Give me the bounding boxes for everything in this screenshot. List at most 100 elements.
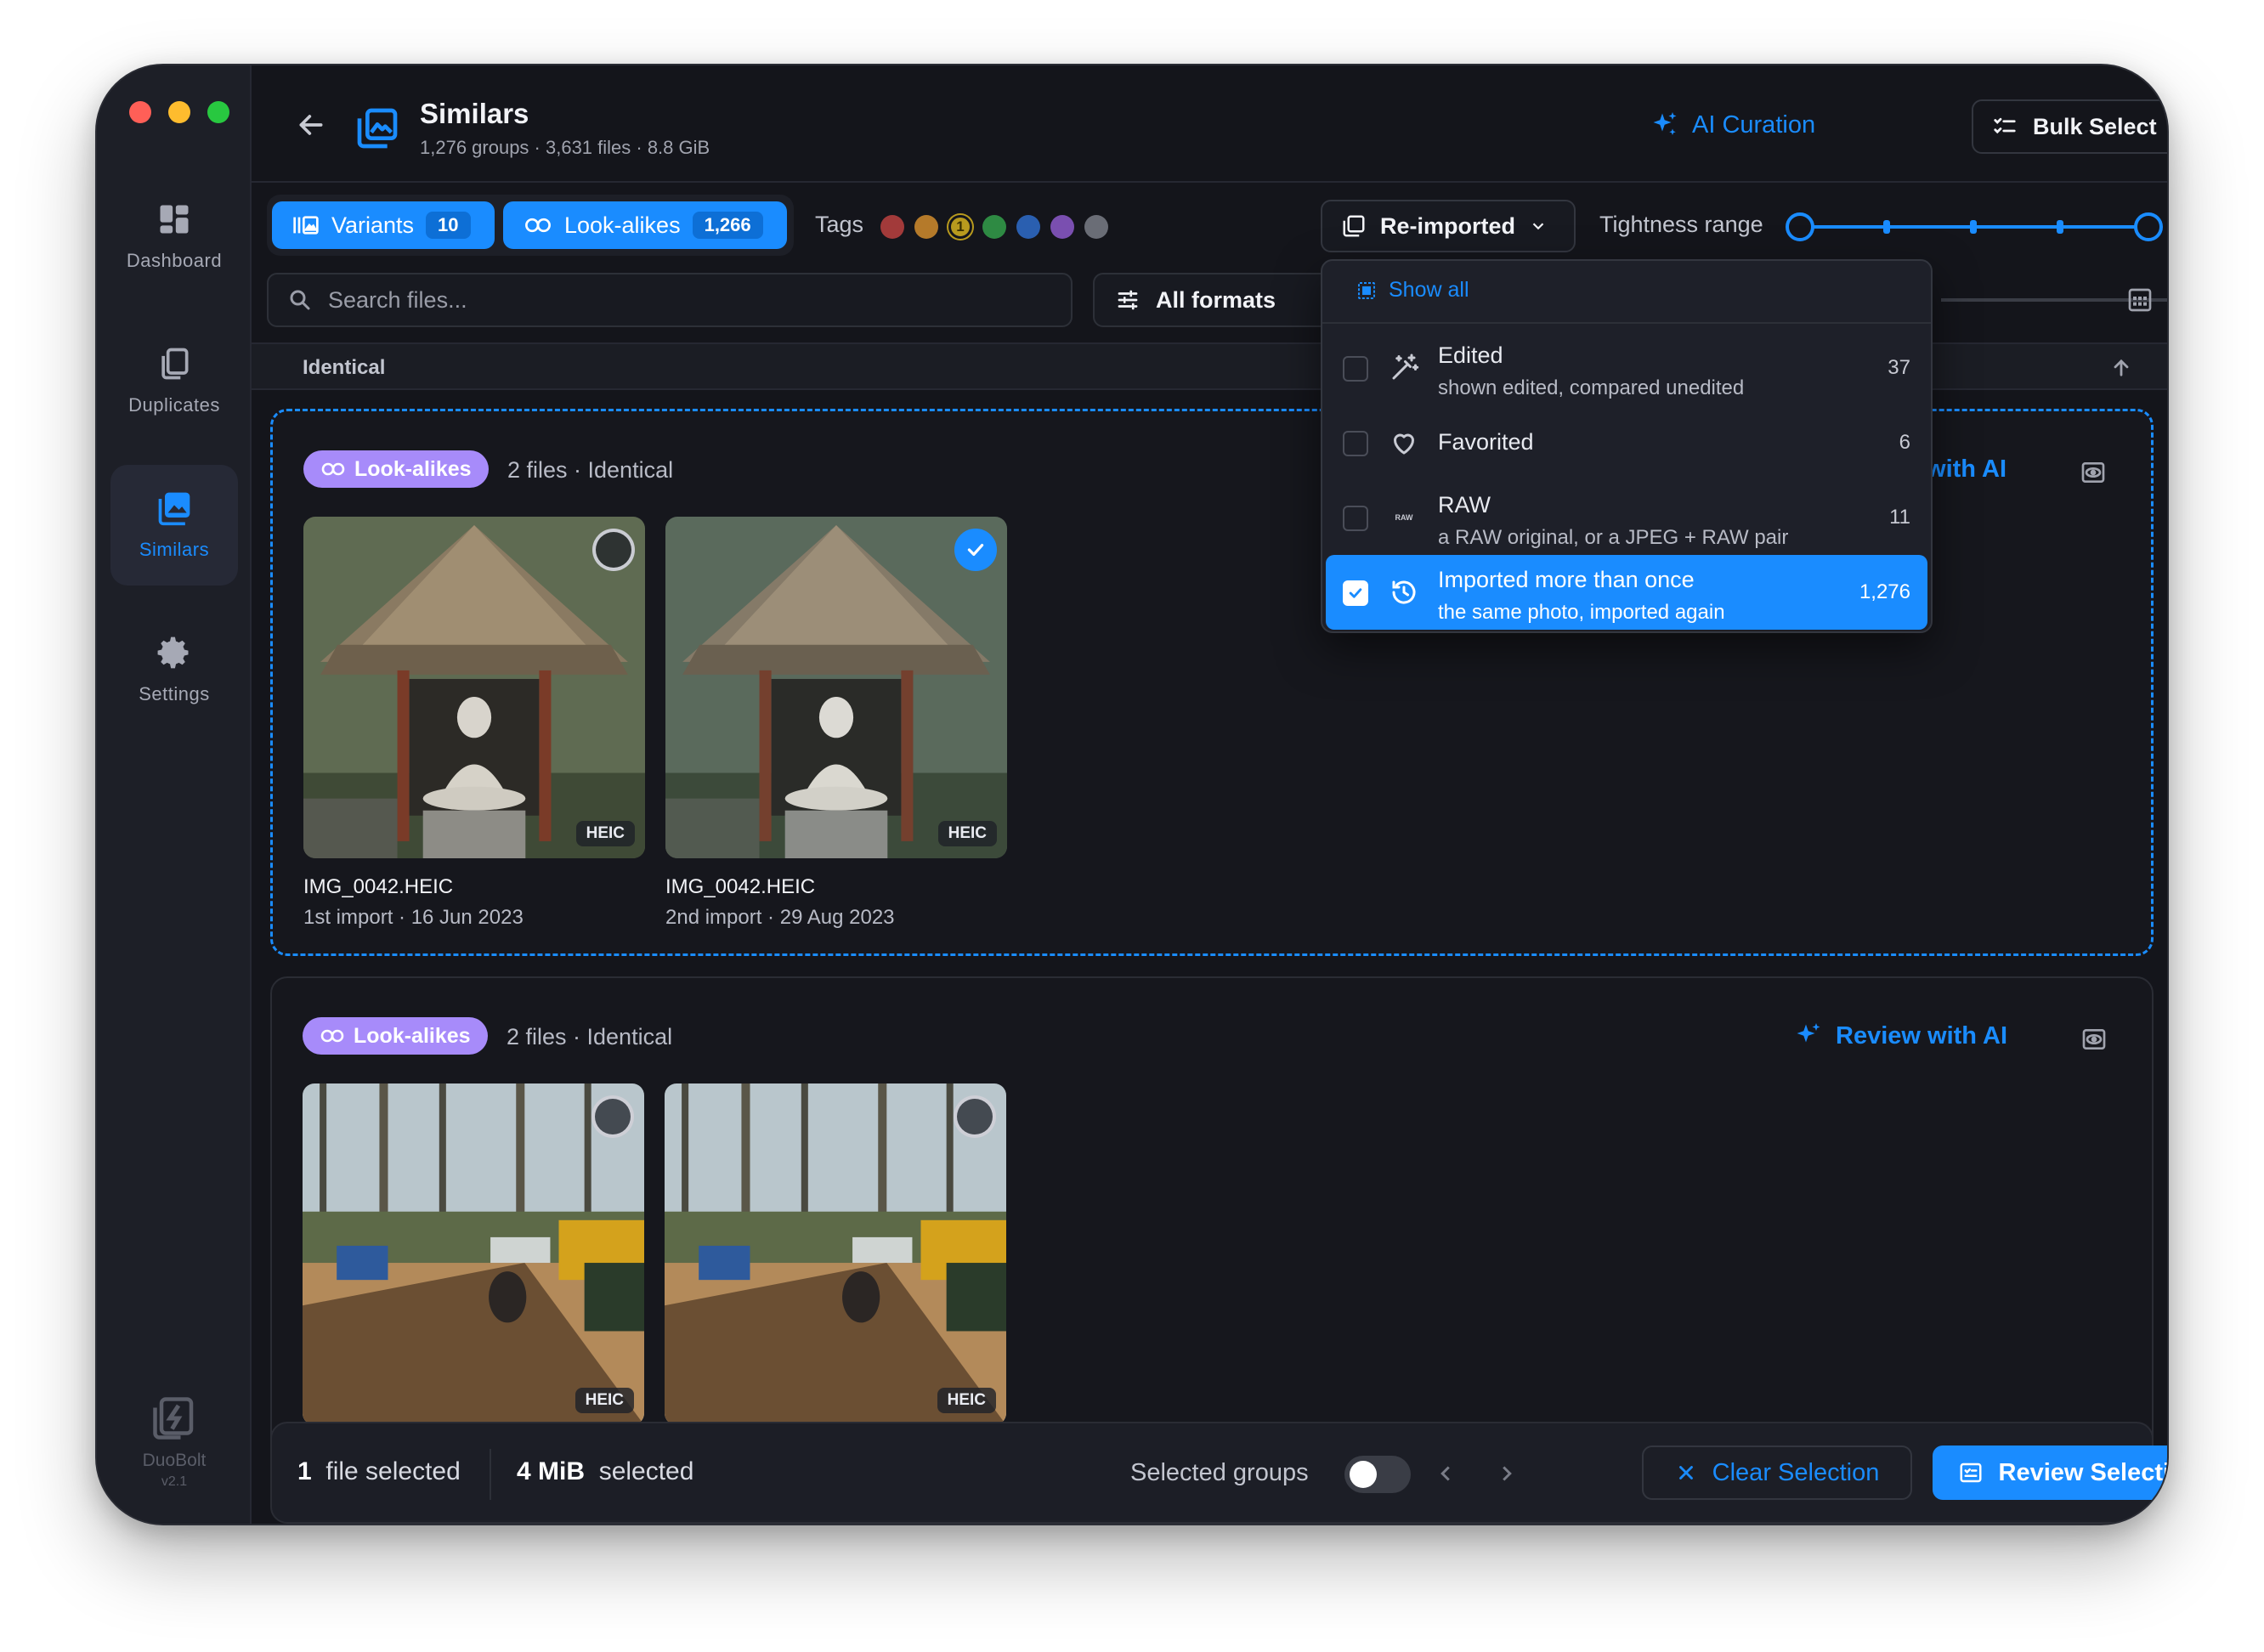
menu-item-subtitle: a RAW original, or a JPEG + RAW pair [1438,526,1789,549]
show-all-option[interactable]: Show all [1356,278,1469,303]
select-toggle[interactable] [954,1095,996,1138]
tag-yellow[interactable]: 1 [948,215,972,239]
variants-tab[interactable]: Variants 10 [272,201,495,249]
tag-red[interactable] [880,215,904,239]
size-selected-label: selected [598,1457,694,1485]
menu-item-favorited[interactable]: Favorited 6 [1326,405,1927,480]
minimize-window-button[interactable] [168,101,190,123]
checkbox[interactable] [1343,506,1368,531]
page-header: Similars 1,276 groups · 3,631 files · 8.… [252,65,2167,183]
lookalikes-icon [321,462,345,476]
checkbox[interactable] [1343,580,1368,606]
arrow-up-icon[interactable] [2109,356,2133,380]
section-label: Identical [303,356,386,379]
sidebar-item-duplicates[interactable]: Duplicates [110,320,238,441]
select-toggle[interactable] [592,529,635,571]
slider-min-handle[interactable] [1786,212,1814,241]
review-list-icon [1960,1462,1982,1483]
checkbox[interactable] [1343,431,1368,456]
select-toggle[interactable] [591,1095,634,1138]
menu-item-title: Imported more than once [1438,567,1695,592]
select-toggle[interactable] [954,529,997,571]
sidebar: Dashboard Duplicates Similars Settings D… [97,65,252,1524]
reimported-label: Re-imported [1380,212,1516,239]
duobolt-logo-icon [153,1397,194,1440]
photo-thumbnail[interactable]: HEIC [665,1083,1006,1425]
duplicates-icon [161,348,189,380]
menu-item-edited[interactable]: Edited shown edited, compared unedited 3… [1326,331,1927,405]
lookalikes-icon [525,218,551,233]
files-selected-label: file selected [325,1457,461,1485]
tightness-range-slider[interactable] [1786,212,2163,241]
ai-curation-label: AI Curation [1692,110,1816,139]
menu-item-count: 1,276 [1859,580,1910,603]
preview-icon[interactable] [2080,1026,2108,1053]
lookalikes-label: Look-alikes [564,212,681,238]
sidebar-item-dashboard[interactable]: Dashboard [110,176,238,297]
chevron-left-icon[interactable] [1433,1461,1458,1486]
format-filter-dropdown[interactable]: All formats [1093,273,1339,327]
street-scene-photo [303,1083,644,1425]
tag-orange[interactable] [914,215,938,239]
menu-item-count: 37 [1888,356,1910,379]
window-controls [129,101,229,123]
grid-view-icon[interactable] [2126,286,2154,314]
stack-icon [1343,215,1365,237]
sparkles-icon [1653,112,1677,135]
back-arrow-icon[interactable] [294,108,328,142]
checkmark-icon [1349,588,1362,598]
review-with-ai-label: Review with AI [1836,1021,2007,1049]
checkbox[interactable] [1343,356,1368,382]
ai-curation-button[interactable]: AI Curation [1650,110,1815,140]
bulk-select-label: Bulk Select [2033,113,2157,139]
bar-divider [490,1449,491,1500]
menu-item-count: 6 [1899,431,1910,454]
lookalikes-tab[interactable]: Look-alikes 1,266 [503,201,787,249]
clear-selection-button[interactable]: Clear Selection [1642,1446,1912,1500]
photo-thumbnail[interactable]: HEIC [665,517,1007,858]
tag-green[interactable] [982,215,1006,239]
group-type-label: Look-alikes [354,1023,471,1048]
bulk-select-dropdown[interactable]: Bulk Select [1972,99,2167,154]
variants-label: Variants [331,212,415,238]
reimported-dropdown-menu: Show all Edited shown edited, compared u… [1321,259,1933,633]
format-filter-label: All formats [1156,286,1276,313]
checkmark-icon [967,543,984,557]
tag-purple[interactable] [1050,215,1074,239]
menu-item-raw[interactable]: RAW RAW a RAW original, or a JPEG + RAW … [1326,480,1927,555]
close-window-button[interactable] [129,101,151,123]
brand-version: v2.1 [161,1474,188,1489]
buddha-shrine-photo [665,517,1007,858]
menu-item-imported-more-than-once[interactable]: Imported more than once the same photo, … [1326,555,1927,630]
clear-selection-label: Clear Selection [1712,1458,1880,1486]
photo-thumbnail[interactable]: HEIC [303,1083,644,1425]
zoom-window-button[interactable] [207,101,229,123]
selected-groups-toggle[interactable] [1344,1456,1411,1493]
brand: DuoBolt v2.1 [110,1393,238,1490]
sidebar-item-similars[interactable]: Similars [110,465,238,586]
selected-groups-label: Selected groups [1130,1459,1309,1486]
tag-gray[interactable] [1084,215,1108,239]
tag-blue[interactable] [1016,215,1040,239]
menu-item-count: 11 [1889,506,1910,529]
selection-bar: 1 file selected 4 MiB selected Selected … [270,1422,2167,1524]
slider-tick [1970,220,1977,234]
page-title: Similars [420,98,529,129]
preview-icon[interactable] [2080,459,2107,486]
group-type-label: Look-alikes [354,456,472,481]
size-selected-value: 4 MiB [517,1457,586,1485]
review-with-ai-button[interactable]: Review with AI [1793,1021,2007,1051]
photo-thumbnail[interactable]: HEIC [303,517,645,858]
file-meta: 2nd import · 29 Aug 2023 [665,906,895,929]
menu-item-title: Edited [1438,342,1503,368]
slider-max-handle[interactable] [2134,212,2163,241]
chevron-right-icon[interactable] [1494,1461,1520,1486]
sidebar-item-settings[interactable]: Settings [110,609,238,730]
review-selection-button[interactable]: Review Selection [1933,1446,2167,1500]
search-field[interactable]: Search files... [267,273,1073,327]
lookalikes-icon [320,1029,344,1043]
toggle-knob [1350,1461,1377,1488]
reimported-filter-dropdown[interactable]: Re-imported [1321,200,1576,252]
menu-item-subtitle: the same photo, imported again [1438,601,1725,624]
group-info: 2 files · Identical [507,1024,673,1049]
